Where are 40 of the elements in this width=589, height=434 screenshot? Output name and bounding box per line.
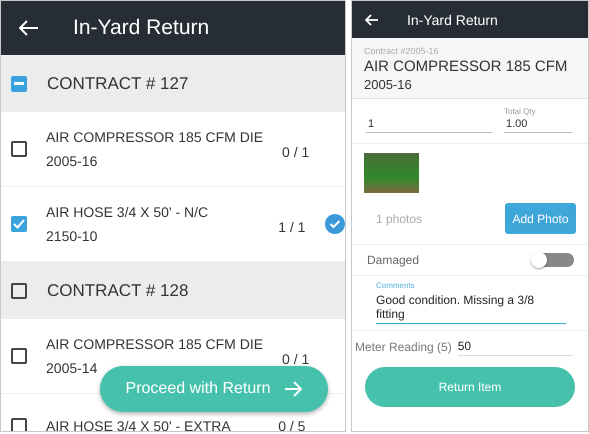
- meter-reading-label: Meter Reading (5): [355, 340, 452, 354]
- comments-label: Comments: [376, 281, 416, 290]
- item-code: 2150-10: [46, 228, 98, 244]
- quantity-count: 0 / 5: [278, 418, 306, 431]
- item-name: AIR COMPRESSOR 185 CFM: [364, 58, 568, 75]
- quantity-field[interactable]: 1: [366, 116, 492, 133]
- photos-count: 1 photos: [376, 212, 422, 226]
- item-code: 2005-14: [46, 360, 98, 376]
- checkbox[interactable]: [11, 76, 27, 92]
- total-qty-label: Total Qty: [504, 107, 537, 116]
- minus-icon: [14, 82, 24, 85]
- total-qty-field[interactable]: 1.00: [504, 116, 572, 133]
- item-name: AIR HOSE 3/4 X 50' - EXTRA: [46, 418, 232, 431]
- damaged-label: Damaged: [367, 253, 420, 267]
- quantity-count: 0 / 1: [282, 351, 310, 367]
- back-arrow-icon[interactable]: [365, 14, 379, 26]
- checkbox[interactable]: [11, 348, 27, 364]
- contract-row[interactable]: CONTRACT # 128: [1, 262, 345, 319]
- contract-label: CONTRACT # 127: [47, 74, 188, 94]
- checkbox[interactable]: [11, 418, 27, 431]
- item-name: AIR COMPRESSOR 185 CFM DIE: [46, 129, 264, 145]
- back-arrow-icon[interactable]: [19, 20, 39, 36]
- checkbox[interactable]: [11, 282, 27, 298]
- checkbox[interactable]: [11, 141, 27, 157]
- screen-title: In-Yard Return: [407, 12, 498, 28]
- checkbox[interactable]: [11, 216, 27, 232]
- arrow-right-icon: [284, 381, 302, 397]
- item-name: AIR COMPRESSOR 185 CFM DIE: [46, 336, 264, 352]
- quantity-count: 1 / 1: [278, 219, 306, 235]
- contract-number: Contract #2005-16: [364, 46, 440, 56]
- contract-row[interactable]: CONTRACT # 127: [1, 55, 345, 112]
- screen-title: In-Yard Return: [73, 16, 210, 40]
- item-code: 2005-16: [46, 153, 98, 169]
- checkmark-icon: [13, 219, 25, 229]
- item-code: 2005-16: [364, 77, 413, 92]
- item-name: AIR HOSE 3/4 X 50' - N/C: [46, 204, 210, 220]
- comments-field[interactable]: Good condition. Missing a 3/8 fitting: [376, 290, 566, 324]
- damaged-toggle[interactable]: [532, 253, 574, 267]
- quantity-count: 0 / 1: [282, 144, 310, 160]
- contract-label: CONTRACT # 128: [47, 280, 188, 300]
